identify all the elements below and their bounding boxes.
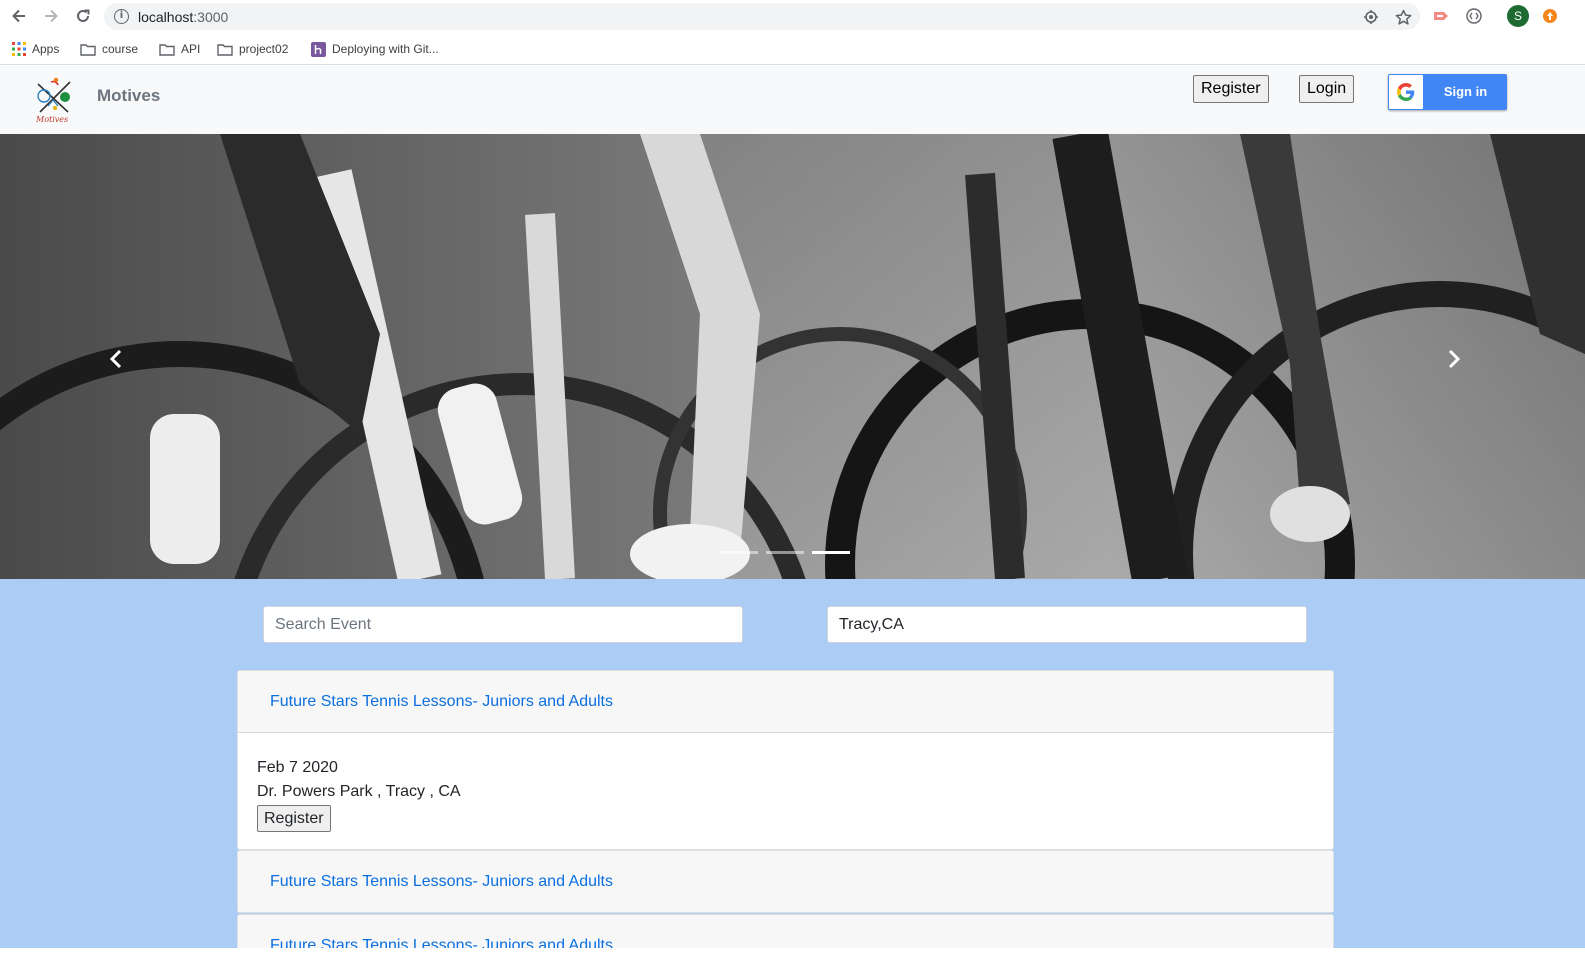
- bookmark-apps[interactable]: Apps: [12, 40, 59, 58]
- event-card: Future Stars Tennis Lessons- Juniors and…: [237, 850, 1334, 913]
- extension-orange-icon[interactable]: [1540, 6, 1560, 26]
- hero-cyclists-image: [0, 134, 1585, 579]
- bookmark-star-icon[interactable]: [1394, 8, 1412, 26]
- event-card-header: Future Stars Tennis Lessons- Juniors and…: [238, 915, 1333, 948]
- logo-text: Motives: [36, 115, 69, 124]
- bookmark-deploying[interactable]: Deploying with Git...: [311, 40, 439, 58]
- carousel-prev-button[interactable]: [96, 339, 136, 379]
- bookmark-label: API: [181, 42, 201, 56]
- arrow-left-icon: [12, 9, 25, 23]
- search-location-input[interactable]: [827, 606, 1307, 643]
- event-date: Feb 7 2020: [257, 759, 338, 776]
- address-url: localhost:3000: [138, 9, 229, 25]
- folder-icon: [159, 43, 175, 56]
- extension-code-icon[interactable]: [1464, 6, 1484, 26]
- back-button[interactable]: [8, 5, 30, 27]
- brand-name[interactable]: Motives: [97, 86, 160, 106]
- folder-icon: [80, 43, 96, 56]
- reload-icon: [77, 9, 90, 22]
- bookmark-label: project02: [239, 42, 289, 56]
- google-signin-button[interactable]: Sign in: [1388, 74, 1507, 110]
- apps-grid-icon: [12, 42, 26, 56]
- chevron-left-icon: [109, 349, 122, 369]
- login-button[interactable]: Login: [1299, 75, 1355, 103]
- event-location: Dr. Powers Park , Tracy , CA: [257, 783, 461, 800]
- forward-button[interactable]: [40, 5, 62, 27]
- event-card-header: Future Stars Tennis Lessons- Juniors and…: [238, 671, 1333, 733]
- location-target-icon[interactable]: [1362, 8, 1380, 26]
- event-card: Future Stars Tennis Lessons- Juniors and…: [237, 914, 1334, 948]
- event-title-link[interactable]: Future Stars Tennis Lessons- Juniors and…: [270, 937, 613, 948]
- carousel-indicator[interactable]: [812, 551, 850, 554]
- info-icon[interactable]: i: [114, 9, 129, 24]
- bookmark-api[interactable]: API: [159, 40, 200, 58]
- folder-icon: [217, 43, 233, 56]
- site-logo[interactable]: Motives: [32, 76, 78, 126]
- carousel-indicator[interactable]: [720, 551, 758, 554]
- address-bar[interactable]: i localhost:3000: [104, 3, 1420, 30]
- page-content: Motives Motives Register Login Sign in S…: [0, 66, 1585, 948]
- google-logo-icon: [1389, 75, 1423, 109]
- carousel-indicator[interactable]: [766, 551, 804, 554]
- bookmark-label: course: [102, 42, 139, 56]
- event-card-header: Future Stars Tennis Lessons- Juniors and…: [238, 851, 1333, 912]
- register-button[interactable]: Register: [1193, 75, 1269, 103]
- bookmark-course[interactable]: course: [80, 40, 138, 58]
- event-title-link[interactable]: Future Stars Tennis Lessons- Juniors and…: [270, 693, 613, 710]
- event-card: Future Stars Tennis Lessons- Juniors and…: [237, 670, 1334, 850]
- hero-carousel: [0, 134, 1585, 579]
- bookmark-label: Apps: [32, 42, 60, 56]
- event-title-link[interactable]: Future Stars Tennis Lessons- Juniors and…: [270, 873, 613, 890]
- profile-avatar[interactable]: S: [1507, 5, 1529, 27]
- chevron-right-icon: [1448, 349, 1461, 369]
- carousel-next-button[interactable]: [1434, 339, 1474, 379]
- search-event-input[interactable]: [263, 606, 743, 643]
- bookmark-label: Deploying with Git...: [332, 42, 439, 56]
- heroku-icon: [311, 41, 326, 57]
- bookmark-project02[interactable]: project02: [217, 40, 288, 58]
- site-navbar: Motives Motives Register Login Sign in: [0, 66, 1585, 134]
- google-signin-label: Sign in: [1443, 84, 1488, 99]
- arrow-right-icon: [45, 9, 58, 23]
- browser-toolbar: i localhost:3000 S: [0, 0, 1585, 33]
- bookmarks-bar: Apps course API project02 Deploying with…: [0, 33, 1585, 65]
- reload-button[interactable]: [72, 5, 94, 27]
- event-card-body: Feb 7 2020 Dr. Powers Park , Tracy , CA …: [238, 733, 1333, 832]
- extension-cast-icon[interactable]: [1431, 6, 1451, 26]
- window-bottom-edge: [0, 948, 1585, 963]
- event-register-button[interactable]: Register: [257, 805, 331, 832]
